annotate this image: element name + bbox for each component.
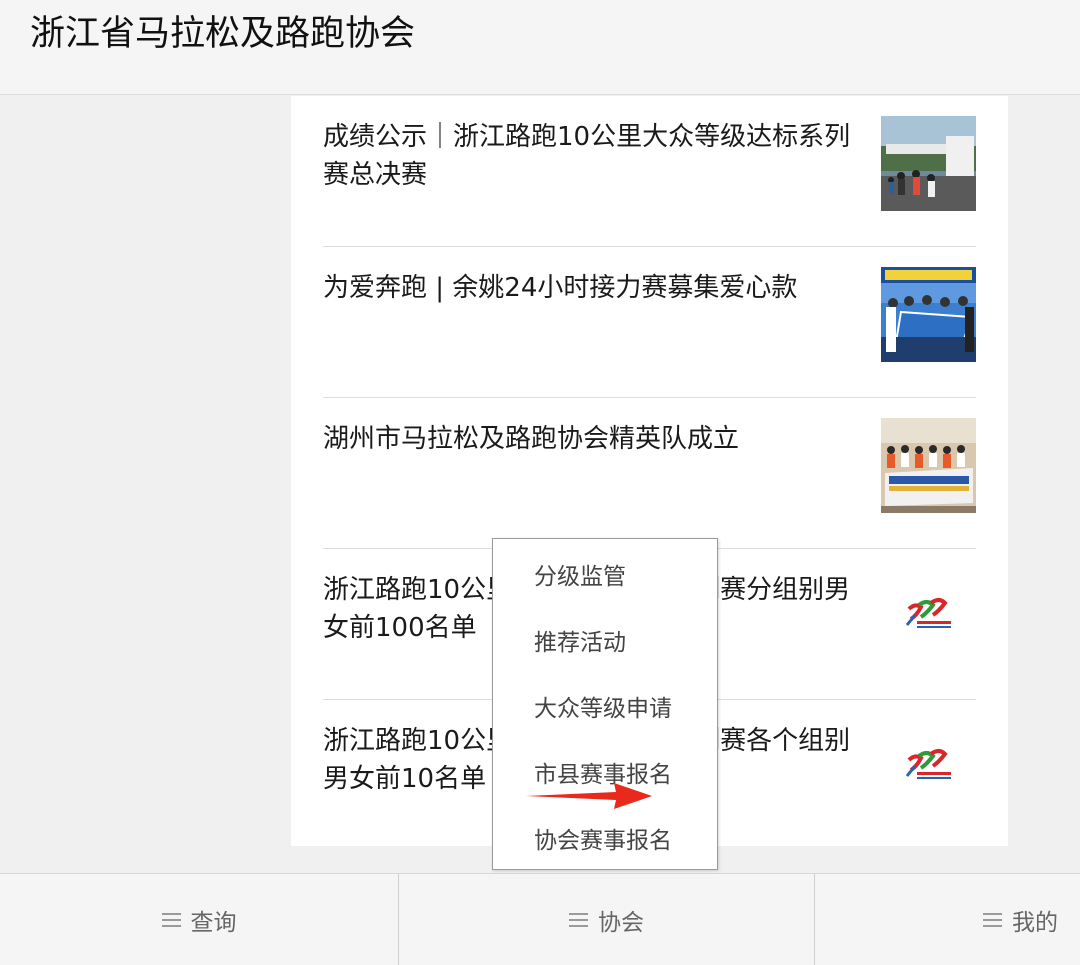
menu-item-grading-supervision[interactable]: 分级监管	[534, 562, 626, 592]
tab-association[interactable]: 协会	[399, 874, 815, 965]
tab-mine[interactable]: 我的	[815, 874, 1080, 965]
menu-icon	[569, 912, 588, 927]
news-thumbnail-team-photo	[881, 418, 976, 513]
menu-icon	[161, 912, 181, 927]
association-popup-menu: 分级监管 推荐活动 大众等级申请 市县赛事报名 协会赛事报名	[492, 538, 718, 870]
news-item[interactable]: 湖州市马拉松及路跑协会精英队成立	[323, 398, 976, 549]
news-thumbnail-logo	[881, 569, 976, 664]
news-title: 湖州市马拉松及路跑协会精英队成立	[323, 424, 740, 454]
red-arrow-icon	[526, 783, 652, 809]
bottom-tab-bar: 查询 协会 我的	[0, 873, 1080, 965]
menu-item-association-registration[interactable]: 协会赛事报名	[534, 826, 672, 856]
news-title: 成绩公示｜浙江路跑10公里大众等级达标系列赛总决赛	[323, 122, 851, 190]
news-item[interactable]: 为爱奔跑 | 余姚24小时接力赛募集爱心款	[323, 247, 976, 398]
tab-label: 我的	[1012, 909, 1058, 936]
menu-item-recommended-events[interactable]: 推荐活动	[534, 628, 626, 658]
news-title: 为爱奔跑 | 余姚24小时接力赛募集爱心款	[323, 273, 798, 303]
tab-label: 查询	[190, 909, 237, 936]
menu-icon	[983, 912, 1002, 927]
app-header: 浙江省马拉松及路跑协会	[0, 0, 1080, 95]
news-item[interactable]: 成绩公示｜浙江路跑10公里大众等级达标系列赛总决赛	[323, 96, 976, 247]
page-title: 浙江省马拉松及路跑协会	[30, 14, 416, 54]
menu-item-public-level-application[interactable]: 大众等级申请	[534, 694, 672, 724]
tab-label: 协会	[598, 909, 644, 936]
news-thumbnail-race-photo	[881, 116, 976, 211]
news-thumbnail-banner-photo	[881, 267, 976, 362]
news-thumbnail-logo	[881, 720, 976, 815]
tab-query[interactable]: 查询	[0, 874, 399, 965]
